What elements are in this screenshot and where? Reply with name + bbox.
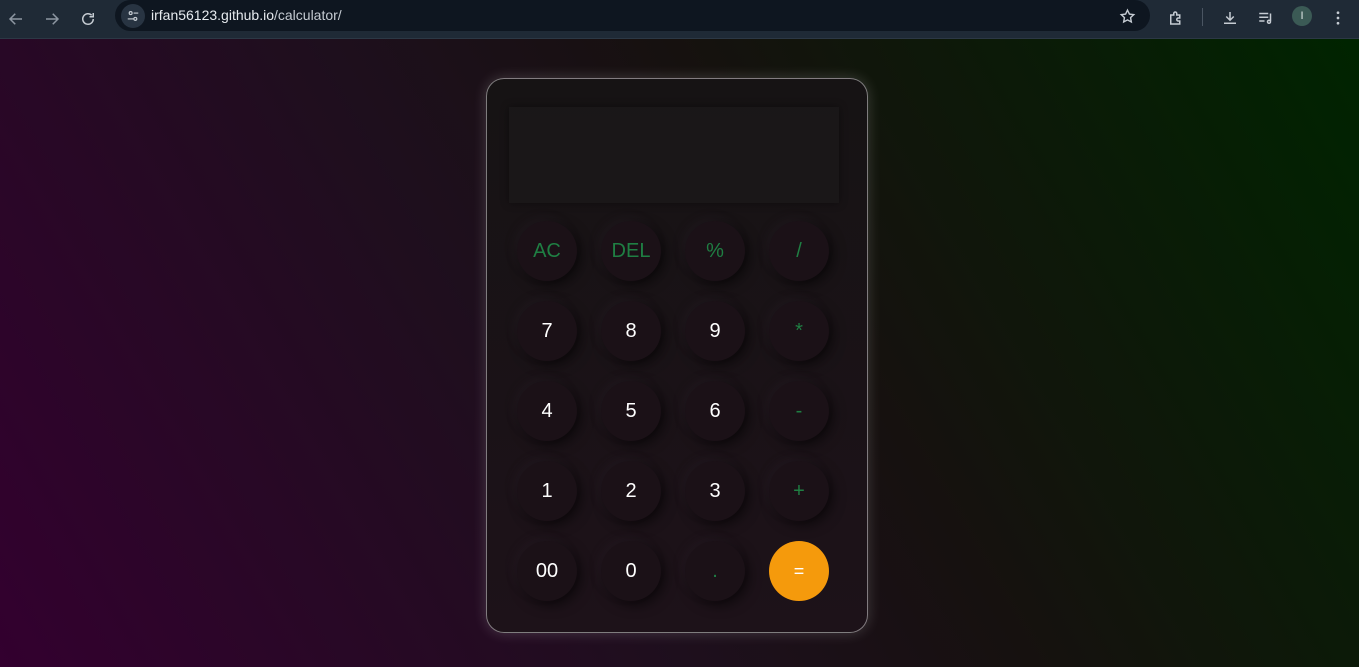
key-delete[interactable]: DEL [601, 221, 661, 281]
browser-toolbar: irfan56123.github.io/calculator/ I [0, 0, 1359, 39]
key-add[interactable]: + [769, 461, 829, 521]
toolbar-divider [1202, 8, 1203, 26]
key-multiply[interactable]: * [769, 301, 829, 361]
key-percent[interactable]: % [685, 221, 745, 281]
arrow-left-icon[interactable] [2, 5, 30, 33]
key-decimal[interactable]: . [685, 541, 745, 601]
calculator: AC DEL % / 7 8 9 * 4 5 6 - 1 2 3 + 00 0 … [486, 78, 868, 633]
tune-icon[interactable] [121, 4, 145, 28]
page-background: AC DEL % / 7 8 9 * 4 5 6 - 1 2 3 + 00 0 … [0, 39, 1359, 667]
url-path: /calculator/ [274, 7, 342, 23]
url-text[interactable]: irfan56123.github.io/calculator/ [151, 7, 342, 23]
key-subtract[interactable]: - [769, 381, 829, 441]
key-0[interactable]: 0 [601, 541, 661, 601]
key-6[interactable]: 6 [685, 381, 745, 441]
key-divide[interactable]: / [769, 221, 829, 281]
key-double-zero[interactable]: 00 [517, 541, 577, 601]
key-4[interactable]: 4 [517, 381, 577, 441]
arrow-right-icon[interactable] [38, 5, 66, 33]
key-2[interactable]: 2 [601, 461, 661, 521]
key-1[interactable]: 1 [517, 461, 577, 521]
address-bar[interactable]: irfan56123.github.io/calculator/ [115, 0, 1150, 31]
playlist-icon[interactable] [1252, 4, 1280, 32]
puzzle-icon[interactable] [1162, 4, 1190, 32]
key-8[interactable]: 8 [601, 301, 661, 361]
reload-icon[interactable] [74, 5, 102, 33]
key-3[interactable]: 3 [685, 461, 745, 521]
key-equals[interactable]: = [769, 541, 829, 601]
key-all-clear[interactable]: AC [517, 221, 577, 281]
key-7[interactable]: 7 [517, 301, 577, 361]
kebab-menu-icon[interactable] [1324, 4, 1352, 32]
url-host: irfan56123.github.io [151, 7, 274, 23]
star-icon[interactable] [1116, 5, 1138, 27]
download-icon[interactable] [1216, 4, 1244, 32]
calculator-display[interactable] [509, 107, 839, 203]
key-9[interactable]: 9 [685, 301, 745, 361]
key-5[interactable]: 5 [601, 381, 661, 441]
profile-avatar[interactable]: I [1292, 6, 1312, 26]
